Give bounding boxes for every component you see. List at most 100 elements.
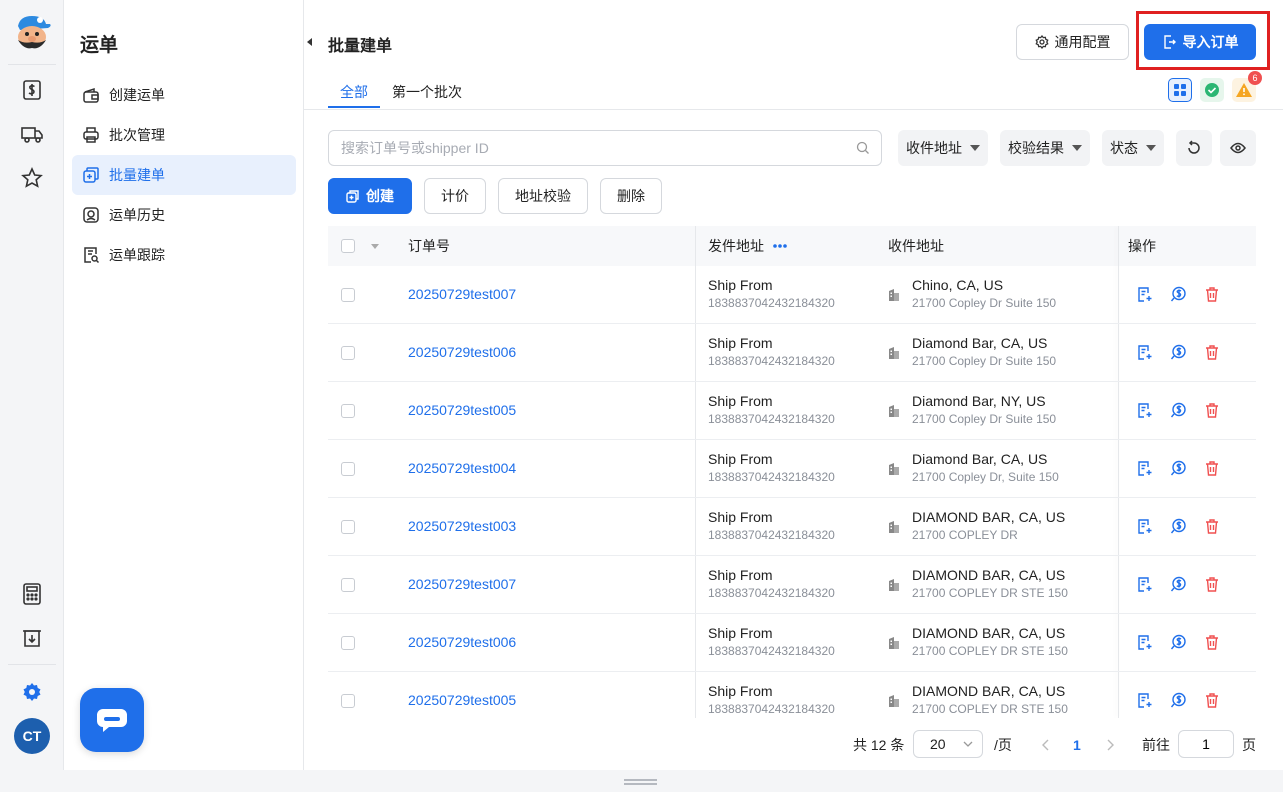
order-number-link[interactable]: 20250729test007	[408, 576, 516, 592]
trash-icon[interactable]	[1204, 634, 1222, 652]
chat-button[interactable]	[80, 688, 144, 752]
order-number-link[interactable]: 20250729test007	[408, 286, 516, 302]
table-row: 20250729test006 Ship From 1838837042432184…	[328, 614, 1256, 672]
trash-icon[interactable]	[1204, 692, 1222, 710]
page-number-current[interactable]: 1	[1073, 730, 1081, 760]
trash-icon[interactable]	[1204, 286, 1222, 304]
from-name: Ship From	[708, 509, 773, 525]
row-checkbox[interactable]	[341, 288, 355, 302]
price-check-icon[interactable]	[1170, 576, 1188, 594]
order-number-link[interactable]: 20250729test005	[408, 402, 516, 418]
order-number-link[interactable]: 20250729test004	[408, 460, 516, 476]
sidebar-item-tracking[interactable]: 运单跟踪	[72, 235, 296, 275]
price-button[interactable]: 计价	[424, 178, 486, 214]
price-check-icon[interactable]	[1170, 286, 1188, 304]
printer-icon	[82, 126, 100, 144]
goto-page-input[interactable]	[1178, 730, 1234, 758]
trash-icon[interactable]	[1204, 576, 1222, 594]
price-check-icon[interactable]	[1170, 460, 1188, 478]
tab-all[interactable]: 全部	[328, 72, 380, 108]
star-icon[interactable]	[20, 166, 44, 190]
from-id: 1838837042432184320	[708, 528, 835, 542]
avatar[interactable]: CT	[14, 718, 50, 754]
edit-doc-icon[interactable]	[1136, 286, 1154, 304]
row-checkbox[interactable]	[341, 346, 355, 360]
edit-doc-icon[interactable]	[1136, 518, 1154, 536]
edit-doc-icon[interactable]	[1136, 692, 1154, 710]
to-address: DIAMOND BAR, CA, US 21700 COPLEY DR STE 1…	[912, 567, 1068, 600]
row-checkbox[interactable]	[341, 404, 355, 418]
edit-doc-icon[interactable]	[1136, 344, 1154, 362]
filter-recipient-address[interactable]: 收件地址	[898, 130, 988, 166]
to-address: DIAMOND BAR, CA, US 21700 COPLEY DR STE 1…	[912, 683, 1068, 716]
warning-icon[interactable]: 6	[1232, 71, 1262, 102]
dollar-doc-icon[interactable]	[20, 78, 44, 102]
create-button[interactable]: 创建	[328, 178, 412, 214]
download-doc-icon[interactable]	[20, 626, 44, 650]
from-name: Ship From	[708, 683, 773, 699]
order-number-link[interactable]: 20250729test003	[408, 518, 516, 534]
truck-icon[interactable]	[20, 122, 44, 146]
price-check-icon[interactable]	[1170, 344, 1188, 362]
search-icon[interactable]	[856, 141, 870, 155]
select-caret-icon[interactable]	[370, 226, 380, 266]
success-check-icon[interactable]	[1200, 78, 1224, 102]
row-checkbox[interactable]	[341, 520, 355, 534]
header-from-label: 发件地址	[708, 238, 764, 254]
general-config-button[interactable]: 通用配置	[1016, 24, 1129, 60]
select-all-checkbox[interactable]	[341, 226, 355, 266]
order-number-link[interactable]: 20250729test006	[408, 634, 516, 650]
import-orders-button[interactable]: 导入订单	[1144, 24, 1256, 60]
sidebar-item-batch-manage[interactable]: 批次管理	[72, 115, 296, 155]
view-toggle-button[interactable]	[1220, 130, 1256, 166]
edit-doc-icon[interactable]	[1136, 634, 1154, 652]
trash-icon[interactable]	[1204, 344, 1222, 362]
edit-doc-icon[interactable]	[1136, 460, 1154, 478]
filter-status[interactable]: 状态	[1102, 130, 1164, 166]
price-check-icon[interactable]	[1170, 634, 1188, 652]
settings-icon[interactable]	[20, 680, 44, 704]
edit-doc-icon[interactable]	[1136, 402, 1154, 420]
row-checkbox[interactable]	[341, 694, 355, 708]
trash-icon[interactable]	[1204, 402, 1222, 420]
next-page-icon[interactable]	[1106, 730, 1114, 760]
delete-button[interactable]: 删除	[600, 178, 662, 214]
building-icon	[888, 520, 900, 537]
trash-icon[interactable]	[1204, 518, 1222, 536]
row-actions	[1136, 692, 1222, 710]
prev-page-icon[interactable]	[1042, 730, 1050, 760]
grid-view-icon[interactable]	[1168, 78, 1192, 102]
search-input[interactable]	[328, 130, 882, 166]
row-checkbox[interactable]	[341, 578, 355, 592]
caret-down-icon	[1146, 145, 1156, 151]
sidebar-item-bulk-create[interactable]: 批量建单	[72, 155, 296, 195]
price-check-icon[interactable]	[1170, 692, 1188, 710]
mascot-logo[interactable]	[10, 12, 54, 52]
filter-validation-result[interactable]: 校验结果	[1000, 130, 1090, 166]
page-size-select[interactable]: 20	[913, 730, 983, 758]
chat-icon	[97, 709, 127, 732]
sidebar-item-create-waybill[interactable]: 创建运单	[72, 75, 296, 115]
building-icon	[888, 404, 900, 421]
row-checkbox[interactable]	[341, 462, 355, 476]
to-street: 21700 Copley Dr, Suite 150	[912, 470, 1059, 484]
to-address: DIAMOND BAR, CA, US 21700 COPLEY DR	[912, 509, 1065, 542]
order-number-link[interactable]: 20250729test005	[408, 692, 516, 708]
price-check-icon[interactable]	[1170, 402, 1188, 420]
trash-icon[interactable]	[1204, 460, 1222, 478]
drag-handle[interactable]	[624, 779, 657, 785]
to-city: Diamond Bar, CA, US	[912, 451, 1048, 467]
order-number-link[interactable]: 20250729test006	[408, 344, 516, 360]
validate-address-button[interactable]: 地址校验	[498, 178, 588, 214]
row-actions	[1136, 286, 1222, 304]
edit-doc-icon[interactable]	[1136, 576, 1154, 594]
caret-down-icon	[970, 145, 980, 151]
more-icon[interactable]	[772, 243, 788, 249]
tab-first-batch[interactable]: 第一个批次	[380, 72, 474, 108]
from-id: 1838837042432184320	[708, 644, 835, 658]
refresh-button[interactable]	[1176, 130, 1212, 166]
price-check-icon[interactable]	[1170, 518, 1188, 536]
calculator-icon[interactable]	[20, 582, 44, 606]
row-checkbox[interactable]	[341, 636, 355, 650]
sidebar-item-history[interactable]: 运单历史	[72, 195, 296, 235]
